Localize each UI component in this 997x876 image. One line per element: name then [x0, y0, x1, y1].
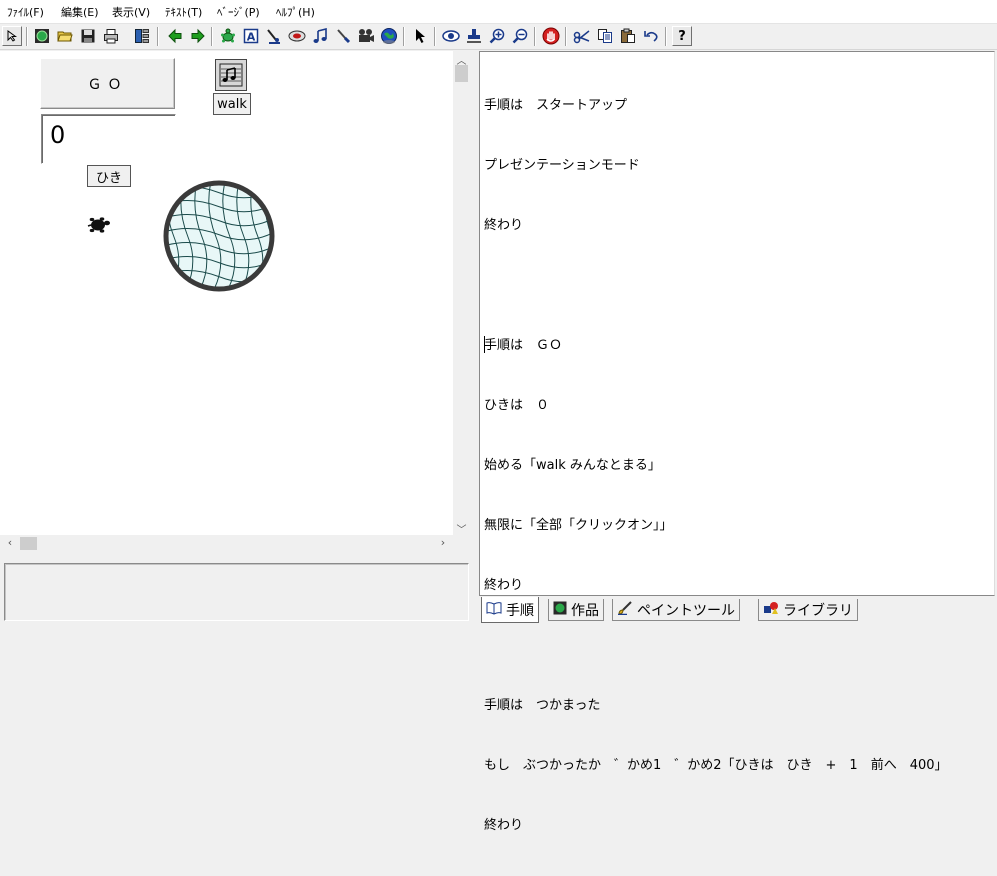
stage-canvas[interactable]: ＧＯ 0 ひき walk — [0, 51, 453, 535]
scroll-left-icon[interactable]: ‹ — [4, 536, 16, 551]
scroll-thumb[interactable] — [20, 537, 37, 550]
menu-text[interactable]: ﾃｷｽﾄ(T) — [165, 4, 202, 20]
scissors-icon[interactable] — [572, 26, 592, 46]
walk-label: walk — [213, 93, 251, 115]
paint-brush-icon[interactable] — [333, 26, 353, 46]
toolbar-separator — [157, 27, 159, 46]
scroll-thumb[interactable] — [455, 65, 468, 82]
select-arrow-icon[interactable] — [2, 26, 22, 46]
stamp-icon[interactable] — [464, 26, 484, 46]
text-box-icon[interactable]: A — [241, 26, 261, 46]
code-line: 手順は ＧＯ — [484, 338, 563, 353]
print-icon[interactable] — [101, 26, 121, 46]
toolbar-separator — [565, 27, 567, 46]
tab-library[interactable]: ライブラリ — [758, 599, 858, 621]
zoom-in-icon[interactable] — [487, 26, 507, 46]
menu-page[interactable]: ﾍﾞｰｼﾞ(P) — [217, 4, 260, 20]
pen-icon[interactable] — [264, 26, 284, 46]
tab-procedures[interactable]: 手順 — [481, 597, 539, 623]
tab-works[interactable]: 作品 — [548, 599, 604, 621]
open-folder-icon[interactable] — [55, 26, 75, 46]
code-line: 手順は スタートアップ — [484, 98, 628, 113]
text-caret — [484, 336, 485, 353]
menu-bar: ﾌｧｲﾙ(F) 編集(E) 表示(V) ﾃｷｽﾄ(T) ﾍﾞｰｼﾞ(P) ﾍﾙﾌ… — [0, 0, 997, 24]
help-icon[interactable]: ? — [672, 26, 692, 46]
procedure-editor[interactable]: 手順は スタートアップ プレゼンテーションモード 終わり 手順は ＧＯ ひきは … — [479, 51, 995, 833]
code-line: 終わり — [484, 818, 524, 833]
tab-label: 作品 — [571, 602, 599, 619]
stop-hand-icon[interactable] — [541, 26, 561, 46]
code-line: もし ぶつかったか ゛かめ1 ゛かめ2「ひきは ひき + 1 前へ 400」 — [484, 758, 948, 773]
tab-label: 手順 — [506, 602, 534, 619]
button-icon[interactable] — [287, 26, 307, 46]
music-melody-icon[interactable] — [215, 59, 247, 91]
count-display: 0 — [41, 114, 176, 164]
message-box[interactable] — [4, 563, 469, 621]
earth-icon[interactable] — [379, 26, 399, 46]
save-icon[interactable] — [78, 26, 98, 46]
back-arrow-icon[interactable] — [165, 26, 185, 46]
shapes-icon — [763, 601, 779, 619]
code-line: プレゼンテーションモード — [484, 158, 640, 173]
tab-label: ライブラリ — [783, 602, 853, 619]
toolbar-separator — [211, 27, 213, 46]
toolbar-separator — [26, 27, 28, 46]
panels-icon[interactable] — [132, 26, 152, 46]
menu-view[interactable]: 表示(V) — [112, 4, 150, 20]
turtle-icon[interactable] — [218, 26, 238, 46]
paste-icon[interactable] — [618, 26, 638, 46]
scroll-up-icon[interactable]: ︿ — [455, 52, 468, 67]
count-label: ひき — [87, 165, 131, 187]
toolbar-separator — [534, 27, 536, 46]
stage-horizontal-scrollbar[interactable]: ‹ › — [0, 535, 453, 552]
globe-icon[interactable] — [32, 26, 52, 46]
copy-icon[interactable] — [595, 26, 615, 46]
toolbar: A ? — [0, 24, 997, 50]
net-circle[interactable] — [160, 177, 278, 298]
tab-paint-tool[interactable]: ペイントツール — [612, 599, 740, 621]
tab-label: ペイントツール — [637, 602, 735, 619]
eye-icon[interactable] — [441, 26, 461, 46]
music-note-icon[interactable] — [310, 26, 330, 46]
go-button[interactable]: ＧＯ — [40, 58, 175, 109]
code-line: 終わり — [484, 578, 524, 593]
code-line: 始める「walk みんなとまる」 — [484, 458, 661, 473]
code-line: ひきは ０ — [484, 398, 550, 413]
brush-icon — [617, 600, 633, 619]
toolbar-separator — [403, 27, 405, 46]
zoom-out-icon[interactable] — [510, 26, 530, 46]
editor-tabs: 手順 作品 ペイントツール ライブラリ — [479, 597, 997, 625]
movie-camera-icon[interactable] — [356, 26, 376, 46]
pointer-icon[interactable] — [410, 26, 430, 46]
book-icon — [486, 601, 502, 619]
menu-edit[interactable]: 編集(E) — [61, 4, 99, 20]
stage-vertical-scrollbar[interactable]: ︿ ﹀ — [453, 51, 470, 536]
menu-help[interactable]: ﾍﾙﾌﾟ(H) — [276, 4, 315, 20]
menu-file[interactable]: ﾌｧｲﾙ(F) — [7, 4, 44, 20]
forward-arrow-icon[interactable] — [188, 26, 208, 46]
procedure-code[interactable]: 手順は スタートアップ プレゼンテーションモード 終わり 手順は ＧＯ ひきは … — [484, 56, 948, 876]
scroll-down-icon[interactable]: ﹀ — [455, 521, 468, 536]
svg-text:A: A — [247, 31, 256, 44]
scroll-right-icon[interactable]: › — [437, 536, 449, 551]
code-line: 終わり — [484, 218, 524, 233]
scrollbar-corner — [453, 535, 470, 552]
pane-splitter[interactable] — [472, 51, 478, 625]
toolbar-separator — [434, 27, 436, 46]
toolbar-separator — [665, 27, 667, 46]
undo-icon[interactable] — [641, 26, 661, 46]
code-line: 手順は つかまった — [484, 698, 601, 713]
globe-icon — [553, 601, 567, 619]
turtle-icon[interactable] — [86, 214, 112, 239]
code-line: 無限に「全部「クリックオン」」 — [484, 518, 673, 533]
